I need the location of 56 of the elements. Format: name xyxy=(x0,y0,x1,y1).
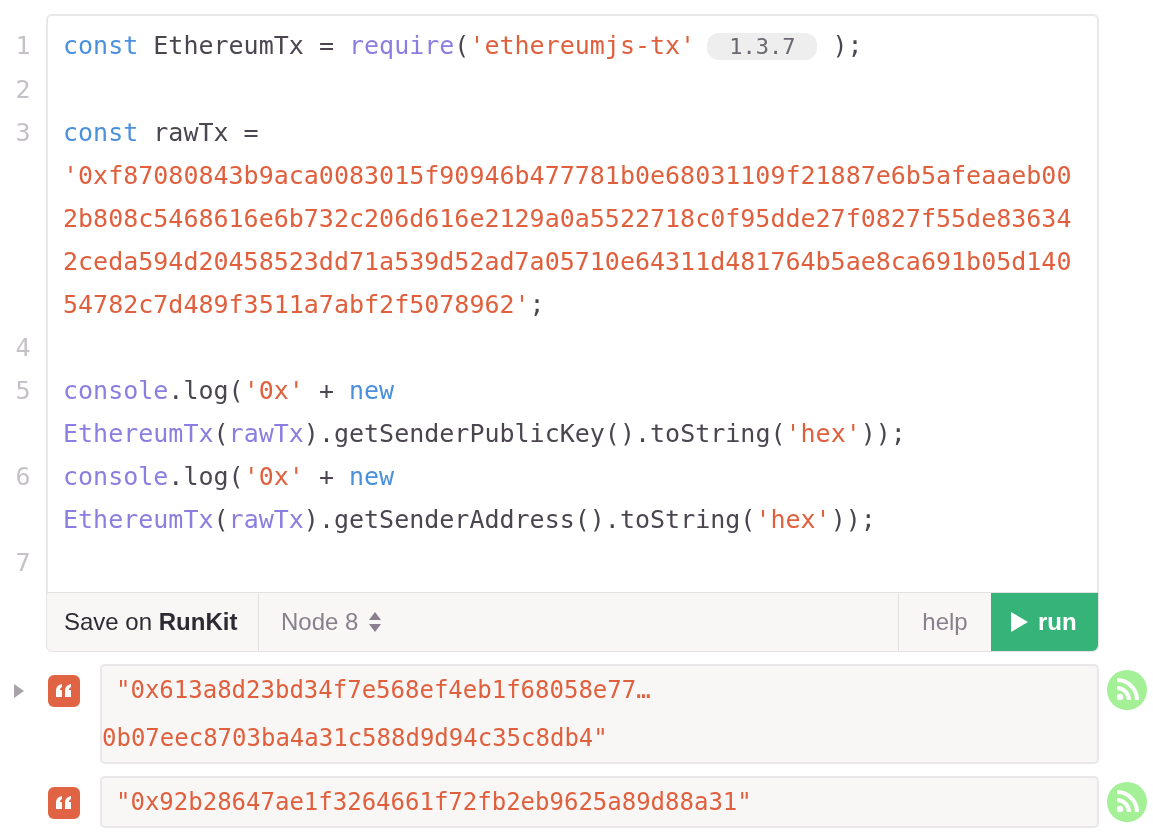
save-link[interactable]: Save on RunKit xyxy=(47,593,259,651)
code-text: rawTx = xyxy=(152,118,259,147)
code-keyword: const xyxy=(63,31,139,60)
line-number: 1 xyxy=(14,30,32,62)
code-string: '0xf87080843b9aca0083015f90946b477781b0e68031109f21887e6b5afeaaeb00 xyxy=(63,161,1072,190)
code-text: + xyxy=(317,376,335,405)
code-identifier: console xyxy=(63,376,169,405)
feed-icon[interactable] xyxy=(1107,670,1147,710)
code-string: 'hex' xyxy=(755,505,831,534)
code-keyword: new xyxy=(349,376,395,405)
code-text: ); xyxy=(831,31,863,60)
output-text: "0x92b28647ae1f3264661f72fb2eb9625a89d88a31" xyxy=(115,787,753,818)
line-number: 4 xyxy=(14,332,32,364)
code-string: '0x' xyxy=(243,462,304,491)
code-keyword: const xyxy=(63,118,139,147)
code-text: ).getSenderAddress().toString( xyxy=(303,505,756,534)
code-string: 2ceda594d20458523dd71a539d52ad7a05710e64311d481764b5ae8ca691b05d140 xyxy=(63,247,1072,276)
code-text: + xyxy=(317,462,335,491)
runtime-select[interactable]: Node 8 xyxy=(259,593,405,651)
code-identifier: EthereumTx xyxy=(63,419,214,448)
code-identifier: rawTx xyxy=(228,419,304,448)
line-number: 6 xyxy=(14,461,32,493)
output-text: 0b07eec8703ba4a31c588d9d94c35c8db4" xyxy=(102,723,609,754)
play-icon xyxy=(1011,612,1028,632)
line-number: 7 xyxy=(14,547,32,579)
line-number: 3 xyxy=(14,117,32,149)
code-text: .log( xyxy=(168,376,244,405)
code-text: )); xyxy=(830,505,876,534)
code-text: )); xyxy=(860,419,906,448)
version-badge[interactable]: 1.3.7 xyxy=(707,33,818,60)
code-text: ( xyxy=(213,419,229,448)
code-text: .log( xyxy=(168,462,244,491)
quote-icon xyxy=(48,787,80,819)
feed-icon[interactable] xyxy=(1107,782,1147,822)
code-text: ; xyxy=(529,290,545,319)
code-string: 2b808c5468616e6b732c206d616e2129a0a5522718c0f95dde27f0827f55de83634 xyxy=(63,204,1072,233)
sort-arrows-icon xyxy=(368,611,383,633)
code-keyword: new xyxy=(349,462,395,491)
run-button[interactable]: run xyxy=(991,593,1098,651)
line-number: 5 xyxy=(14,375,32,407)
output-text: "0x613a8d23bd34f7e568ef4eb1f68058e77… xyxy=(115,675,652,706)
code-string: 54782c7d489f3511a7abf2f5078962' xyxy=(63,290,530,319)
quote-icon xyxy=(48,675,80,707)
line-number: 2 xyxy=(14,74,32,106)
code-text: ( xyxy=(213,505,229,534)
code-identifier: EthereumTx xyxy=(63,505,214,534)
code-identifier: rawTx xyxy=(228,505,304,534)
code-string: '0x' xyxy=(243,376,304,405)
code-identifier: console xyxy=(63,462,169,491)
code-text: ).getSenderPublicKey().toString( xyxy=(303,419,786,448)
code-identifier: require xyxy=(349,31,455,60)
code-string: 'hex' xyxy=(785,419,861,448)
code-string: 'ethereumjs-tx' xyxy=(469,31,696,60)
expand-arrow-icon[interactable] xyxy=(14,684,24,698)
code-text: ( xyxy=(454,31,470,60)
code-text: EthereumTx = xyxy=(152,31,335,60)
